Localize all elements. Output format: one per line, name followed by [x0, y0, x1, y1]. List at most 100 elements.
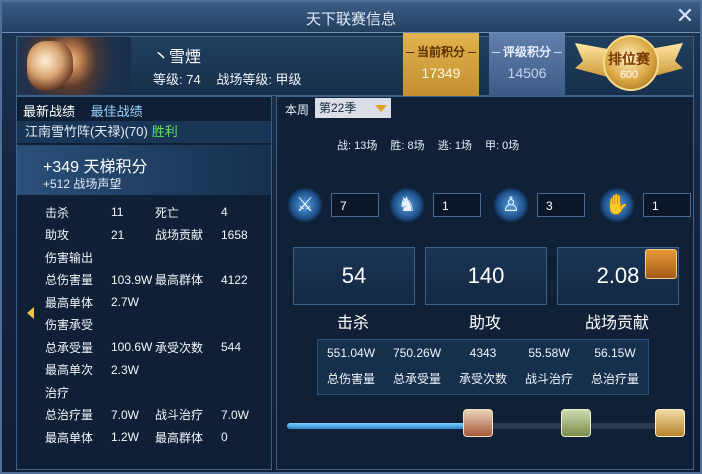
- stat-value: 2.7W: [111, 295, 140, 310]
- total-heal-value: 56.15W: [594, 346, 636, 360]
- combat-heal-label: 战斗治疗: [524, 372, 573, 386]
- totals-strip: 551.04W 750.26W 4343 55.58W 56.15W 总伤害量 …: [317, 339, 649, 395]
- silver-chest-icon[interactable]: [561, 409, 591, 437]
- rating-points-value: 14506: [507, 65, 547, 81]
- handshake-icon: ✋: [599, 187, 635, 223]
- battles-count: 战: 13场: [337, 140, 378, 152]
- stat-value: 7.0W: [221, 407, 250, 422]
- stat-value: 2.3W: [111, 362, 140, 377]
- stat-value: [221, 291, 261, 314]
- stats-table: 击杀 11 死亡 4 助攻 21 战场贡献 1658 伤害输出 总伤害量 103…: [45, 201, 261, 449]
- table-row: 治疗: [45, 381, 261, 404]
- assists-total-label: 助攻: [468, 315, 501, 332]
- table-row: 总治疗量 7.0W 战斗治疗 7.0W: [45, 404, 261, 427]
- close-icon[interactable]: ✕: [674, 5, 696, 27]
- stat-label: 战斗治疗: [155, 408, 204, 423]
- season-dropdown[interactable]: 第22季: [315, 98, 391, 118]
- stat-label: 战场贡献: [155, 228, 204, 243]
- stat-value: 7.0W: [111, 407, 140, 422]
- stat-label: 死亡: [155, 205, 180, 220]
- stat-value: 544: [221, 340, 242, 355]
- stat-label: 最高群体: [155, 430, 204, 445]
- stat-label: 最高单体: [45, 430, 94, 445]
- table-row: 最高单次 2.3W: [45, 359, 261, 382]
- stat-label: 最高单次: [45, 363, 94, 378]
- league-info-window: 天下联赛信息 ✕ 丶雪煙 等级: 74 战场等级: 甲级 当前积分 17349 …: [0, 0, 702, 474]
- rank-label: 排位赛: [608, 51, 650, 67]
- horse-icon: ♞: [389, 187, 425, 223]
- treasure-box-icon[interactable]: [645, 249, 677, 279]
- hits-taken-value: 4343: [469, 346, 497, 360]
- grade-a-count: 甲: 0场: [485, 140, 520, 152]
- stat-label: 击杀: [45, 205, 70, 220]
- reputation-gain: +512 战场声望: [43, 177, 122, 191]
- opponent-row: 江南雪竹阵(天禄)(70) 胜利: [17, 121, 271, 143]
- stat-value: 1658: [221, 227, 248, 242]
- reward-box: +349 天梯积分 +512 战场声望: [17, 145, 271, 195]
- kills-total-label: 击杀: [336, 315, 369, 332]
- handshake-count: 1: [643, 193, 691, 217]
- battle-record-panel: 最新战绩 最佳战绩 江南雪竹阵(天禄)(70) 胜利 +349 天梯积分 +512…: [16, 96, 272, 470]
- swords-count: 7: [331, 193, 379, 217]
- stat-label: 最高群体: [155, 273, 204, 288]
- current-points-label: 当前积分: [403, 43, 479, 60]
- stat-label: 助攻: [45, 228, 70, 243]
- battle-record-summary: 战: 13场 胜: 8场 逃: 1场 甲: 0场: [337, 137, 637, 153]
- stat-label: 总治疗量: [45, 408, 94, 423]
- tab-latest-record[interactable]: 最新战绩: [23, 104, 75, 119]
- battlefield-level: 战场等级: 甲级: [216, 72, 302, 87]
- hits-taken-label: 承受次数: [458, 372, 507, 386]
- total-damage-label: 总伤害量: [326, 372, 375, 386]
- gold-chest-icon[interactable]: [655, 409, 685, 437]
- stat-value: [221, 359, 261, 382]
- table-row: 总承受量 100.6W 承受次数 544: [45, 336, 261, 359]
- result-text: 胜利: [151, 124, 178, 139]
- section-healing: 治疗: [45, 385, 70, 400]
- counter-row: ⚔ 7 ♞ 1 ♙ 3 ✋ 1: [287, 187, 691, 223]
- rank-value: 600: [619, 69, 639, 81]
- table-row: 击杀 11 死亡 4: [45, 201, 261, 224]
- total-taken-label: 总承受量: [392, 372, 441, 386]
- season-summary-panel: 本周 第22季 战: 13场 胜: 8场 逃: 1场 甲: 0场 ⚔ 7 ♞ 1…: [276, 96, 694, 470]
- stat-label: [155, 359, 221, 382]
- stat-value: 100.6W: [111, 340, 153, 355]
- stat-value: 103.9W: [111, 272, 153, 287]
- stat-label: 总承受量: [45, 340, 94, 355]
- season-selected: 第22季: [319, 101, 357, 115]
- kills-total-box: 54: [293, 247, 415, 305]
- figure-count: 3: [537, 193, 585, 217]
- wins-count: 胜: 8场: [390, 140, 425, 152]
- tab-best-record[interactable]: 最佳战绩: [91, 104, 143, 119]
- chevron-down-icon: [375, 105, 387, 112]
- stat-value: 0: [221, 430, 228, 445]
- avatar: [19, 37, 131, 95]
- opponent-text: 江南雪竹阵(天禄)(70): [25, 124, 148, 139]
- title-bar: 天下联赛信息 ✕: [2, 2, 700, 33]
- contribution-total-label: 战场贡献: [584, 315, 649, 332]
- player-levels: 等级: 74 战场等级: 甲级: [153, 69, 314, 88]
- player-level: 等级: 74: [153, 72, 201, 87]
- player-header: 丶雪煙 等级: 74 战场等级: 甲级 当前积分 17349 评级积分 1450…: [16, 33, 694, 113]
- stat-label: 承受次数: [155, 340, 204, 355]
- table-row: 伤害承受: [45, 314, 261, 337]
- total-heal-label: 总治疗量: [590, 372, 639, 386]
- ladder-points-gain: +349 天梯积分: [43, 159, 148, 176]
- table-row: 最高单体 2.7W: [45, 291, 261, 314]
- rating-points-label: 评级积分: [489, 43, 565, 60]
- table-row: 助攻 21 战场贡献 1658: [45, 224, 261, 247]
- assists-total-box: 140: [425, 247, 547, 305]
- table-row: 最高单体 1.2W 最高群体 0: [45, 426, 261, 449]
- stat-value: 1.2W: [111, 430, 140, 445]
- window-title: 天下联赛信息: [305, 11, 396, 28]
- bronze-chest-icon[interactable]: [463, 409, 493, 437]
- section-damage-output: 伤害输出: [45, 250, 94, 265]
- figure-icon: ♙: [493, 187, 529, 223]
- crossed-swords-icon: ⚔: [287, 187, 323, 223]
- total-taken-value: 750.26W: [392, 346, 442, 360]
- stat-value: 21: [111, 227, 125, 242]
- week-label: 本周: [285, 103, 310, 117]
- expand-arrow-icon[interactable]: [27, 307, 34, 319]
- stat-value: 4122: [221, 272, 248, 287]
- player-name: 丶雪煙: [153, 49, 202, 66]
- stat-label: [155, 291, 221, 314]
